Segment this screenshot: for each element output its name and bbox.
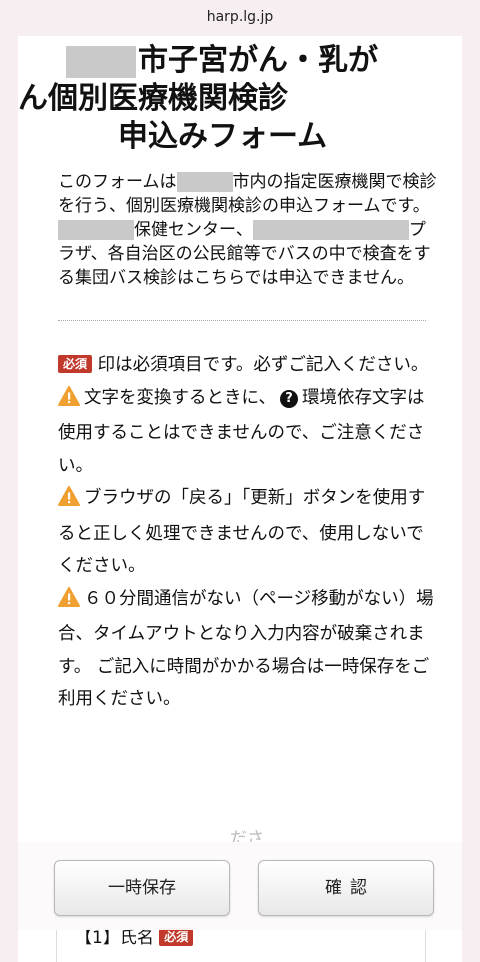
notes-section: 必須 印は必須項目です。必ずご記入ください。 文字を変換するときに、? 環境依存文… — [58, 349, 440, 716]
address-bar[interactable]: harp.lg.jp — [0, 0, 480, 36]
required-badge: 必須 — [58, 355, 93, 373]
title-line-3: 申込みフォーム — [118, 119, 328, 154]
warning-icon — [58, 385, 80, 418]
question-icon: ? — [279, 389, 298, 408]
warning-icon — [58, 586, 80, 619]
name-field-label: 【1】氏名 — [75, 928, 154, 948]
redacted-block — [176, 172, 233, 192]
url-text: harp.lg.jp — [206, 9, 274, 25]
title-line-1: 市子宮がん・乳が — [138, 43, 378, 78]
redacted-block — [252, 220, 409, 240]
timeout-note: ６０分間通信がない（ページ移動がない）場合、タイムアウトとなり入力内容が破棄され… — [58, 588, 434, 710]
page-title: 市子宮がん・乳が ん個別医療機関検診 申込みフォーム — [18, 42, 462, 156]
required-note: 印は必須項目です。必ずご記入ください。 — [97, 355, 429, 375]
char-note-a: 文字を変換するときに、 — [84, 387, 276, 408]
redacted-block — [66, 45, 136, 78]
intro-p2-a: 保健センター、 — [134, 220, 253, 240]
intro-p1-a: このフォームは — [58, 172, 177, 192]
action-bar: 一時保存 確認 — [18, 842, 462, 930]
confirm-button[interactable]: 確認 — [258, 860, 434, 916]
warning-icon — [58, 485, 80, 518]
intro-text: このフォームは 市内の指定医療機関で検診を行う、個別医療機関検診の申込フォームです… — [58, 170, 440, 290]
divider — [58, 320, 426, 321]
browser-note: ブラウザの「戻る」「更新」ボタンを使用すると正しく処理できませんので、使用しない… — [58, 488, 426, 576]
redacted-block — [58, 220, 134, 240]
temp-save-button[interactable]: 一時保存 — [54, 860, 230, 916]
required-badge: 必須 — [159, 928, 194, 946]
title-line-2: ん個別医療機関検診 — [18, 81, 288, 116]
